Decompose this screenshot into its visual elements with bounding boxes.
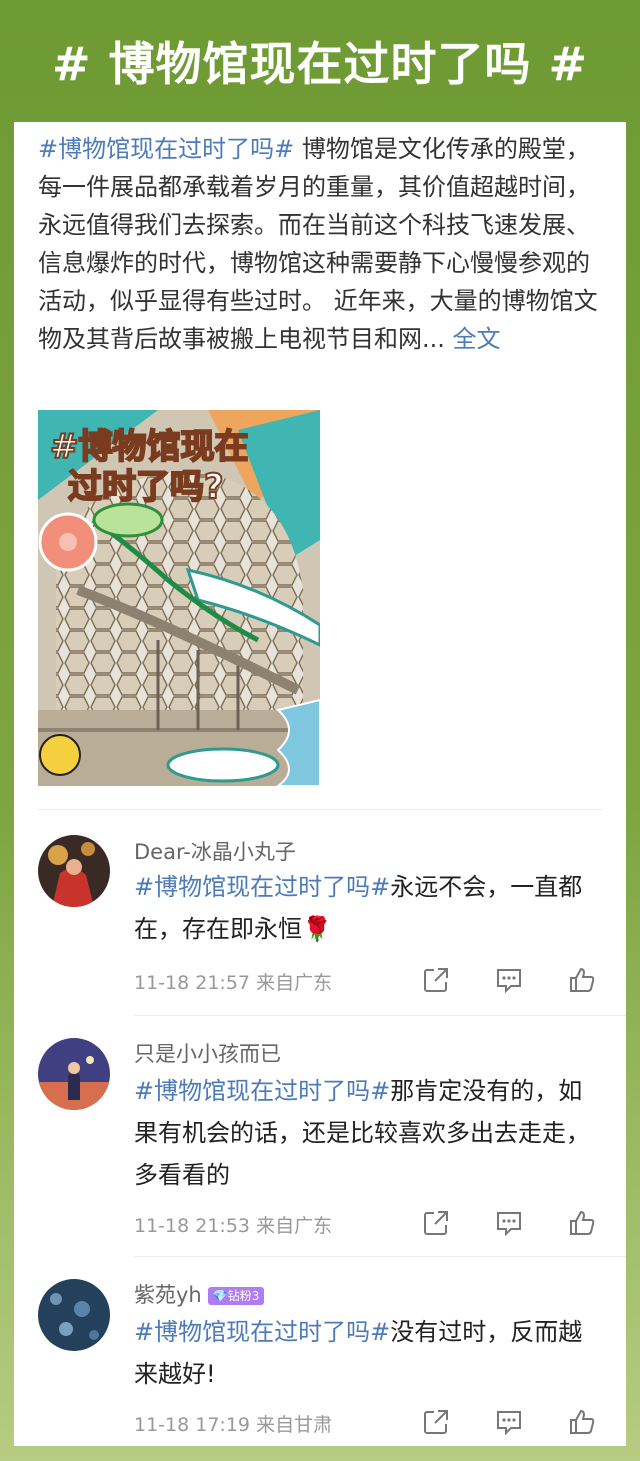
comment-text: #博物馆现在过时了吗#永远不会，一直都在，存在即永恒🌹 bbox=[134, 866, 604, 950]
post-text: #博物馆现在过时了吗# 博物馆是文化传承的殿堂，每一件展品都承载着岁月的重量，其… bbox=[38, 130, 608, 358]
avatar[interactable] bbox=[38, 1279, 110, 1351]
comment-username[interactable]: 只是小小孩而已 bbox=[134, 1038, 281, 1068]
comment-text: #博物馆现在过时了吗#那肯定没有的，如果有机会的话，还是比较喜欢多出去走走，多看… bbox=[134, 1070, 604, 1196]
comment-username[interactable]: Dear-冰晶小丸子 bbox=[134, 836, 296, 866]
avatar-image bbox=[38, 835, 110, 907]
post-body: 博物馆是文化传承的殿堂，每一件展品都承载着岁月的重量，其价值超越时间，永远值得我… bbox=[38, 135, 598, 353]
comment-location: 来自广东 bbox=[256, 972, 333, 994]
comment-meta: 11-18 17:19 来自甘肃 bbox=[134, 1410, 332, 1437]
comment-hashtag[interactable]: #博物馆现在过时了吗# bbox=[134, 873, 390, 901]
comment-location: 来自甘肃 bbox=[256, 1414, 333, 1436]
comment-divider bbox=[134, 1015, 626, 1016]
comment-hashtag[interactable]: #博物馆现在过时了吗# bbox=[134, 1318, 390, 1346]
page-banner: # 博物馆现在过时了吗 # bbox=[0, 0, 640, 122]
post-image[interactable]: #博物馆现在 过时了吗? bbox=[38, 410, 320, 786]
comment-time: 11-18 17:19 bbox=[134, 1414, 251, 1436]
comment-username[interactable]: 紫苑yh 💎钻粉3 bbox=[134, 1279, 265, 1309]
comment-location: 来自广东 bbox=[256, 1215, 333, 1237]
avatar[interactable] bbox=[38, 835, 110, 907]
like-icon[interactable] bbox=[567, 1407, 597, 1437]
share-icon[interactable] bbox=[421, 1407, 451, 1437]
avatar[interactable] bbox=[38, 1038, 110, 1110]
comment-time: 11-18 21:53 bbox=[134, 1215, 251, 1237]
comment-meta: 11-18 21:57 来自广东 bbox=[134, 968, 332, 995]
poster-title-line1: #博物馆现在 bbox=[50, 427, 249, 467]
comment-icon[interactable] bbox=[494, 965, 524, 995]
fan-badge: 💎钻粉3 bbox=[207, 1287, 265, 1305]
comment-meta: 11-18 21:53 来自广东 bbox=[134, 1211, 332, 1238]
comment-divider bbox=[134, 1256, 626, 1257]
like-icon[interactable] bbox=[567, 965, 597, 995]
poster-title-line2: 过时了吗? bbox=[68, 467, 224, 507]
post-divider bbox=[38, 809, 602, 810]
post-card: #博物馆现在过时了吗# 博物馆是文化传承的殿堂，每一件展品都承载着岁月的重量，其… bbox=[14, 122, 626, 1446]
comment-icon[interactable] bbox=[494, 1407, 524, 1437]
comment-icon[interactable] bbox=[494, 1208, 524, 1238]
read-more-link[interactable]: 全文 bbox=[453, 325, 501, 353]
post-hashtag[interactable]: #博物馆现在过时了吗# bbox=[38, 135, 294, 163]
comment-username-text[interactable]: 紫苑yh bbox=[134, 1283, 202, 1307]
museum-poster-graphic: #博物馆现在 过时了吗? bbox=[38, 410, 320, 786]
share-icon[interactable] bbox=[421, 1208, 451, 1238]
banner-title: # 博物馆现在过时了吗 # bbox=[51, 37, 589, 91]
share-icon[interactable] bbox=[421, 965, 451, 995]
avatar-image bbox=[38, 1038, 110, 1110]
comment-hashtag[interactable]: #博物馆现在过时了吗# bbox=[134, 1077, 390, 1105]
comment-time: 11-18 21:57 bbox=[134, 972, 251, 994]
like-icon[interactable] bbox=[567, 1208, 597, 1238]
comment-text: #博物馆现在过时了吗#没有过时，反而越来越好! bbox=[134, 1311, 604, 1395]
avatar-image bbox=[38, 1279, 110, 1351]
